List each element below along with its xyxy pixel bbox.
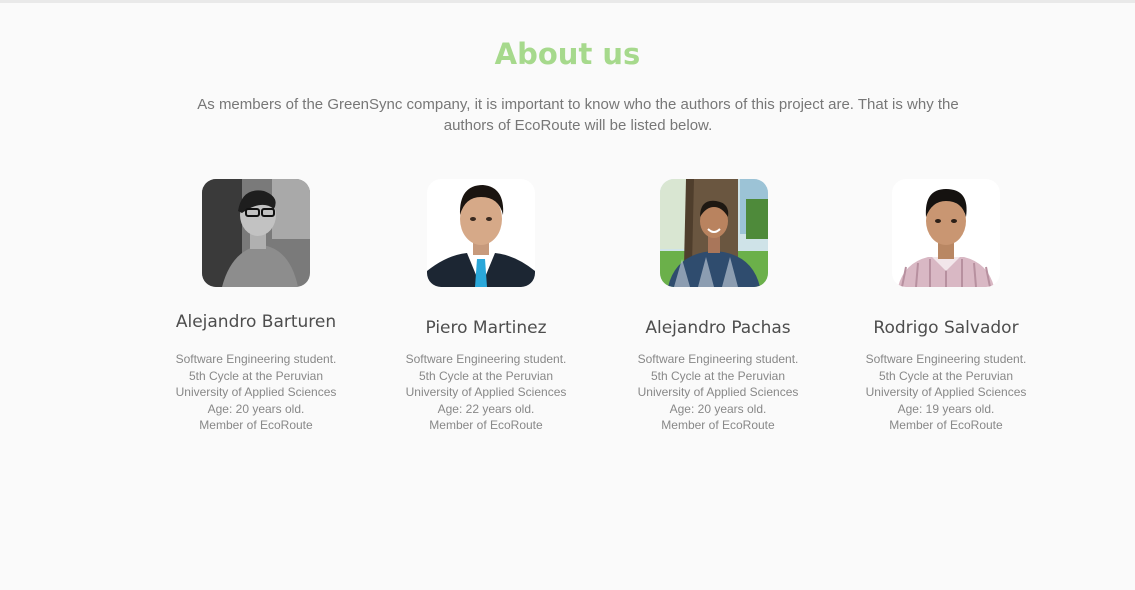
info-line: Software Engineering student. xyxy=(865,352,1027,366)
member-info: Software Engineering student. 5th Cycle … xyxy=(826,351,1066,434)
member-photo xyxy=(892,179,1000,287)
info-line: Software Engineering student. xyxy=(637,352,799,366)
member-name: Piero Martinez xyxy=(425,318,547,338)
member-info: Software Engineering student. 5th Cycle … xyxy=(598,351,838,434)
info-line: Age: 22 years old. xyxy=(437,401,535,416)
info-line: Software Engineering student. xyxy=(175,352,337,366)
info-line: University of Applied Sciences xyxy=(175,385,337,400)
member-photo xyxy=(660,179,768,287)
info-line: Member of EcoRoute xyxy=(661,418,775,433)
section-intro: As members of the GreenSync company, it … xyxy=(197,96,959,134)
info-line: Software Engineering student. xyxy=(405,352,567,366)
member-info: Software Engineering student. 5th Cycle … xyxy=(366,351,606,434)
about-us-page: About us As members of the GreenSync com… xyxy=(0,0,1135,590)
info-line: 5th Cycle at the Peruvian xyxy=(650,368,786,383)
info-line: University of Applied Sciences xyxy=(637,385,799,400)
member-name: Rodrigo Salvador xyxy=(873,318,1019,338)
member-name: Alejandro Pachas xyxy=(645,318,791,338)
member-photo xyxy=(427,179,535,287)
info-line: Age: 19 years old. xyxy=(897,401,995,416)
info-line: University of Applied Sciences xyxy=(865,385,1027,400)
member-info: Software Engineering student. 5th Cycle … xyxy=(136,351,376,434)
info-line: 5th Cycle at the Peruvian xyxy=(418,368,554,383)
info-line: Member of EcoRoute xyxy=(199,418,313,433)
info-line: Member of EcoRoute xyxy=(429,418,543,433)
info-line: Age: 20 years old. xyxy=(207,401,305,416)
info-line: 5th Cycle at the Peruvian xyxy=(878,368,1014,383)
section-title: About us xyxy=(494,37,641,71)
info-line: Age: 20 years old. xyxy=(669,401,767,416)
info-line: Member of EcoRoute xyxy=(889,418,1003,433)
member-name: Alejandro Barturen xyxy=(175,312,337,332)
info-line: 5th Cycle at the Peruvian xyxy=(188,368,324,383)
member-photo xyxy=(202,179,310,287)
info-line: University of Applied Sciences xyxy=(405,385,567,400)
